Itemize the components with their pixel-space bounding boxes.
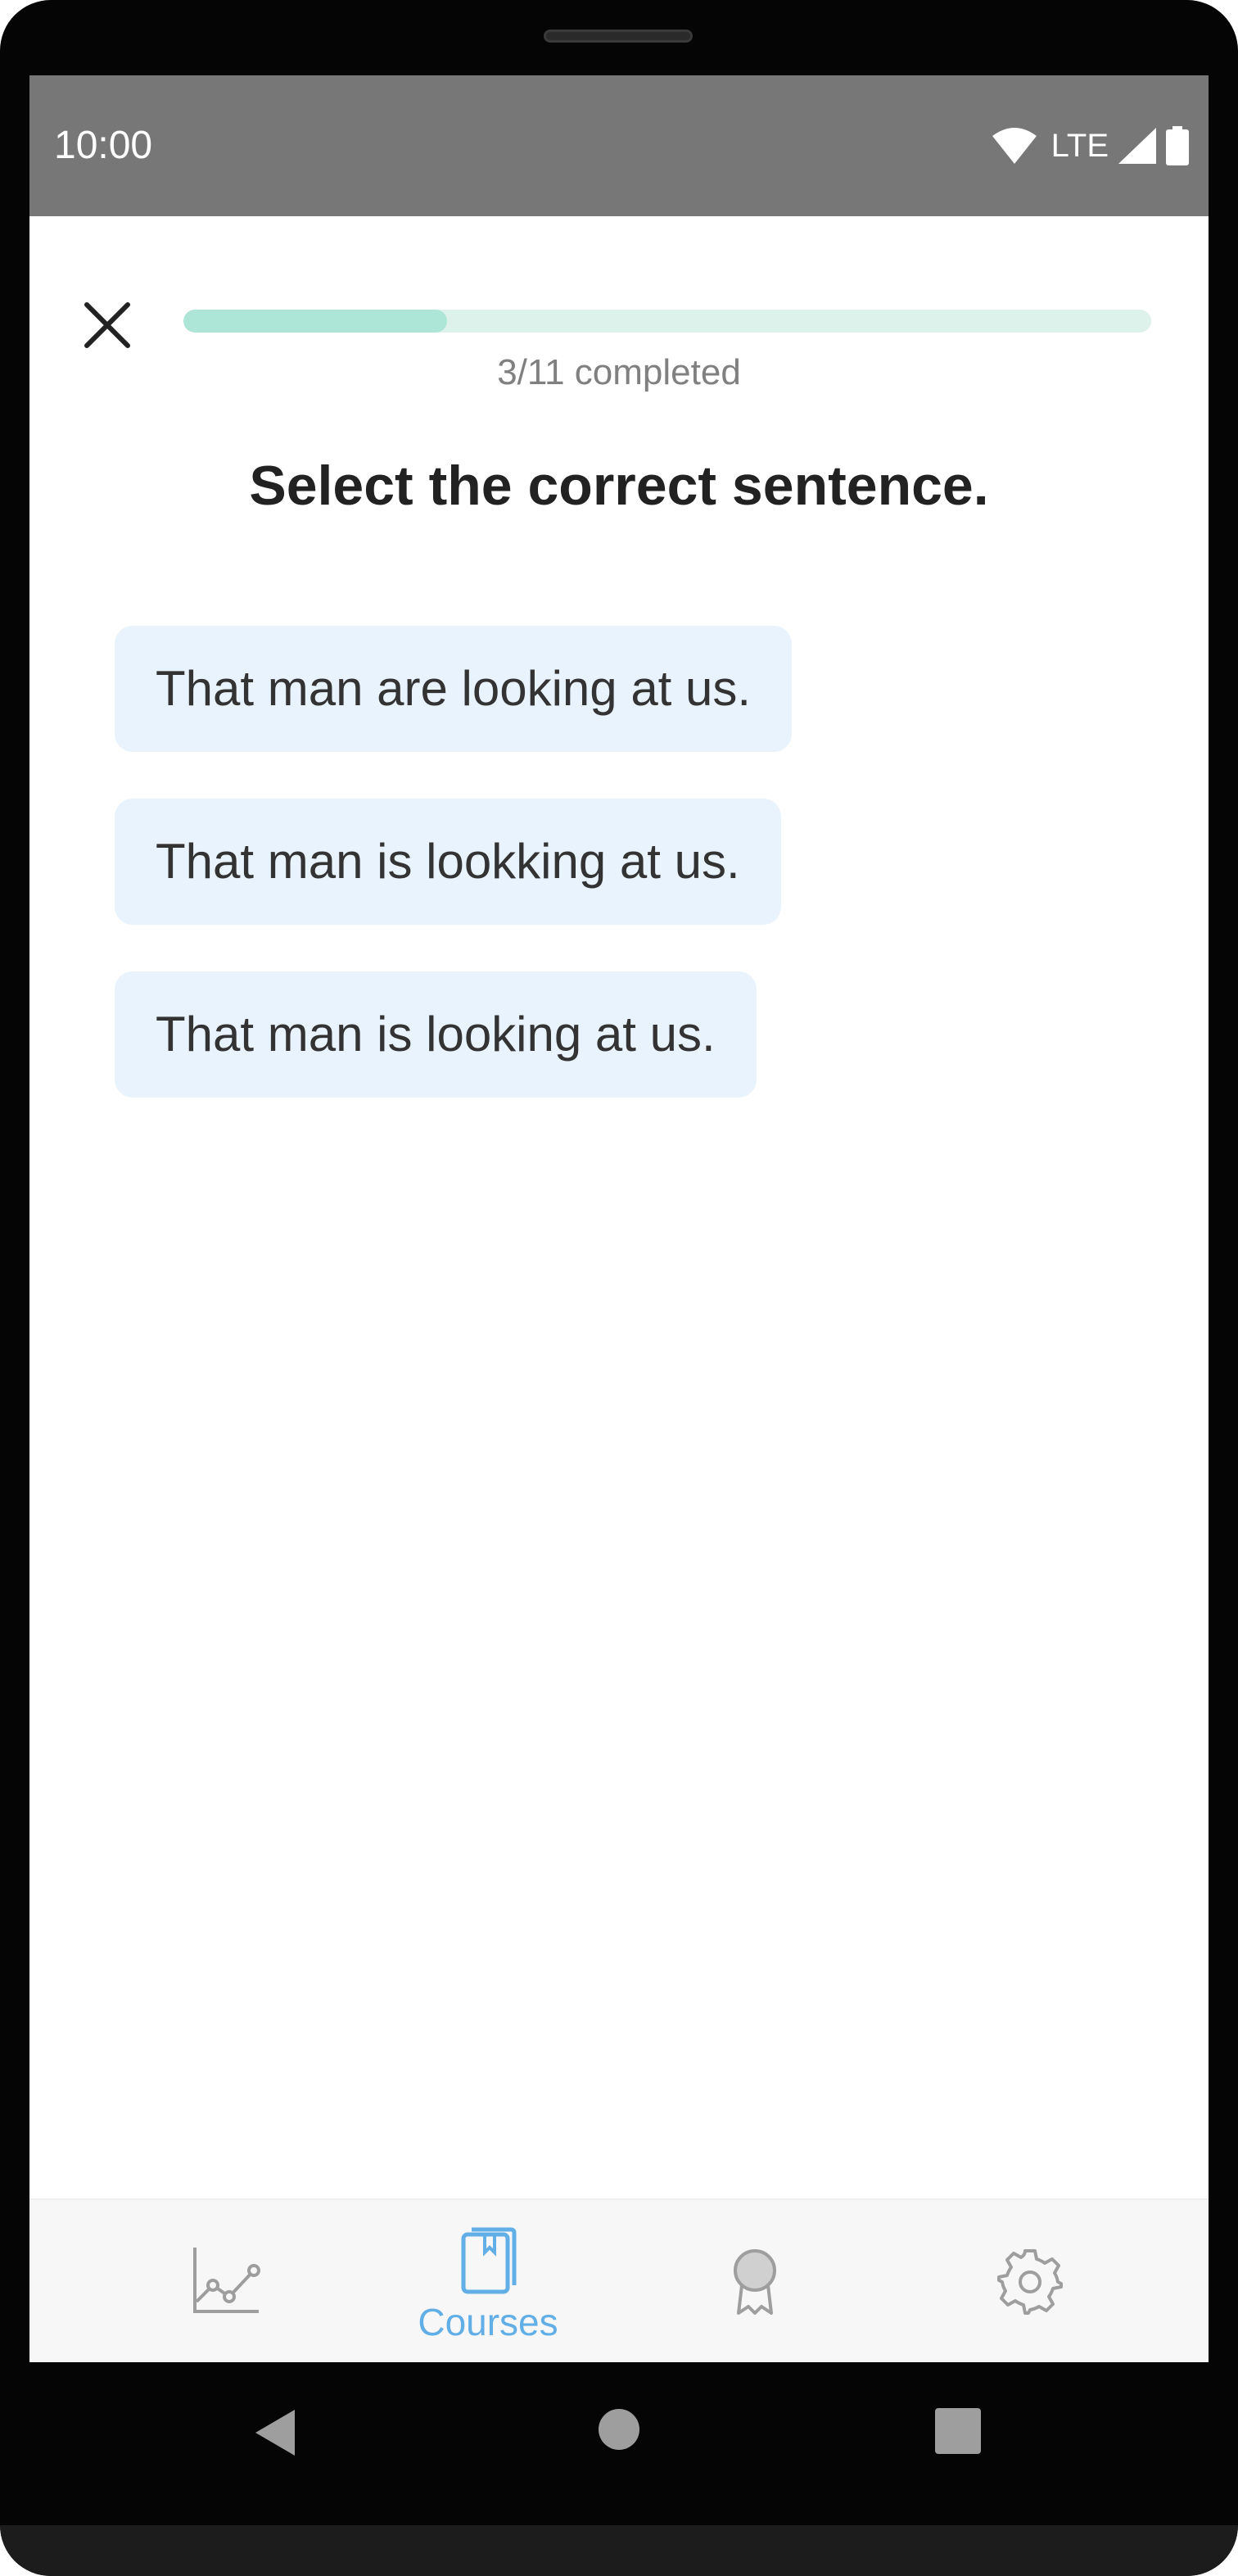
book-icon: [461, 2227, 517, 2294]
close-lesson-button[interactable]: [79, 297, 136, 354]
question-prompt: Select the correct sentence.: [249, 455, 989, 517]
battery-icon: [1166, 126, 1189, 165]
lesson-progress-bar: [183, 310, 1151, 333]
network-type-label: LTE: [1050, 127, 1109, 164]
back-icon[interactable]: [252, 2408, 298, 2457]
nav-item-settings[interactable]: [948, 2200, 1112, 2362]
lesson-progress-fill: [183, 310, 448, 333]
home-icon[interactable]: [598, 2408, 640, 2451]
status-bar: 10:00 LTE: [29, 75, 1209, 216]
nav-label-courses: Courses: [418, 2301, 558, 2343]
status-time: 10:00: [54, 124, 153, 167]
status-icons: LTE: [992, 123, 1189, 169]
award-icon: [734, 2249, 776, 2315]
progress-label: 3/11 completed: [497, 352, 741, 392]
bottom-navigation: Courses: [29, 2198, 1209, 2362]
earpiece-speaker: [544, 29, 693, 43]
phone-frame: 10:00 LTE 3/11 completed Select the corr…: [0, 0, 1238, 2576]
answer-option-2[interactable]: That man is lookking at us.: [115, 799, 781, 925]
nav-item-progress[interactable]: [144, 2200, 308, 2362]
gear-icon: [997, 2249, 1063, 2315]
answer-option-3[interactable]: That man is looking at us.: [115, 971, 757, 1098]
close-icon: [84, 302, 130, 348]
answer-options: That man are looking at us. That man is …: [115, 626, 793, 1144]
wifi-icon: [992, 128, 1037, 164]
chart-line-icon: [193, 2248, 260, 2313]
app-screen: 10:00 LTE 3/11 completed Select the corr…: [29, 75, 1209, 2362]
recents-icon[interactable]: [935, 2408, 981, 2454]
cell-signal-icon: [1118, 128, 1156, 164]
nav-item-achievements[interactable]: [673, 2200, 837, 2362]
answer-option-1[interactable]: That man are looking at us.: [115, 626, 793, 752]
nav-item-courses[interactable]: Courses: [406, 2200, 570, 2362]
system-navigation-bar: [0, 2362, 1238, 2526]
